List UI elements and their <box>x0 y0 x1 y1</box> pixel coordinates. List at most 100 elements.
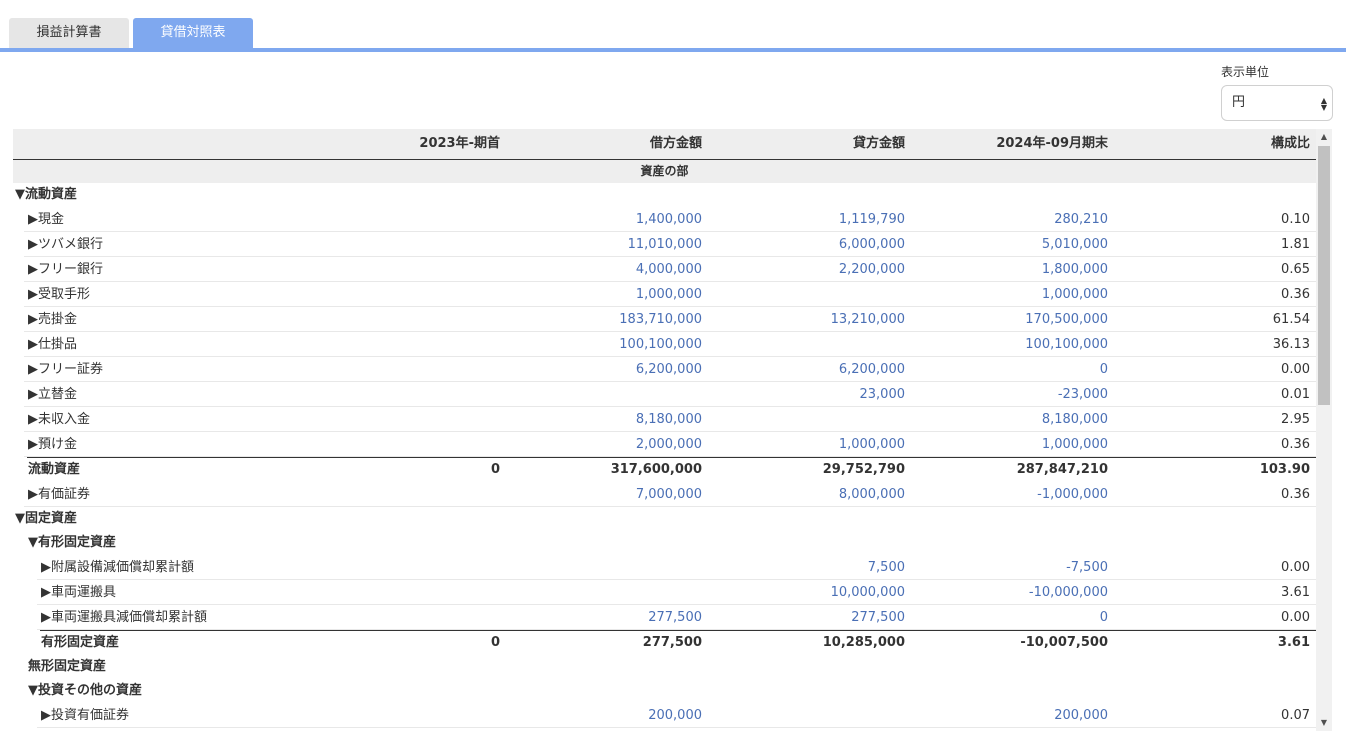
row-label: ▶受取手形 <box>28 287 90 302</box>
balance-sheet-table: 2023年-期首 借方金額 貸方金額 2024年-09月期末 構成比 資産の部 … <box>13 129 1332 731</box>
account-row[interactable]: ▶車両運搬具 10,000,000 -10,000,000 3.61 <box>13 580 1316 605</box>
cell-end[interactable]: 200,000 <box>908 703 1108 728</box>
cell-end[interactable]: 280,210 <box>908 207 1108 232</box>
group-row[interactable]: ▼流動資産 <box>13 183 1316 207</box>
cell-debit[interactable]: 1,400,000 <box>502 207 702 232</box>
group-row[interactable]: ▼有形固定資産 <box>13 531 1316 555</box>
row-label: ▶フリー証券 <box>28 362 103 377</box>
cell-debit[interactable]: 100,100,000 <box>502 332 702 357</box>
account-row[interactable]: ▶預け金 2,000,000 1,000,000 1,000,000 0.36 <box>13 432 1316 457</box>
cell-end[interactable]: 0 <box>908 605 1108 630</box>
tab-balance-sheet[interactable]: 貸借対照表 <box>133 18 253 48</box>
cell-credit[interactable]: 8,000,000 <box>705 482 905 507</box>
cell-end: 287,847,210 <box>1016 462 1108 477</box>
row-label: ▶投資有価証券 <box>41 708 129 723</box>
cell-debit[interactable] <box>502 382 702 407</box>
cell-credit: 10,285,000 <box>822 635 905 650</box>
cell-ratio: 0.00 <box>1281 560 1310 575</box>
row-label: 無形固定資産 <box>28 659 107 674</box>
account-row[interactable]: ▶フリー証券 6,200,000 6,200,000 0 0.00 <box>13 357 1316 382</box>
cell-ratio: 0.00 <box>1281 362 1310 377</box>
account-row[interactable]: ▶有価証券 7,000,000 8,000,000 -1,000,000 0.36 <box>13 482 1316 507</box>
row-label: ▶売掛金 <box>28 312 77 327</box>
cell-end[interactable]: 5,010,000 <box>908 232 1108 257</box>
scroll-up-icon[interactable]: ▲ <box>1316 129 1332 145</box>
cell-debit[interactable]: 7,000,000 <box>502 482 702 507</box>
account-row[interactable]: ▶ツバメ銀行 11,010,000 6,000,000 5,010,000 1.81 <box>13 232 1316 257</box>
cell-credit[interactable]: 10,000,000 <box>705 580 905 605</box>
cell-debit[interactable]: 2,000,000 <box>502 432 702 457</box>
account-row[interactable]: ▶車両運搬具減価償却累計額 277,500 277,500 0 0.00 <box>13 605 1316 630</box>
scroll-down-icon[interactable]: ▼ <box>1316 715 1332 731</box>
row-label: ▶車両運搬具 <box>41 585 116 600</box>
cell-end[interactable]: 100,100,000 <box>908 332 1108 357</box>
cell-debit[interactable]: 8,180,000 <box>502 407 702 432</box>
display-unit-select[interactable]: 円 ▲ ▼ <box>1221 85 1333 121</box>
cell-credit[interactable]: 6,000,000 <box>705 232 905 257</box>
account-row[interactable]: ▶フリー銀行 4,000,000 2,200,000 1,800,000 0.65 <box>13 257 1316 282</box>
cell-ratio: 0.10 <box>1281 212 1310 227</box>
group-row[interactable]: ▼固定資産 <box>13 507 1316 531</box>
tab-income-statement[interactable]: 損益計算書 <box>9 18 129 48</box>
cell-debit[interactable] <box>502 580 702 605</box>
cell-credit[interactable]: 1,119,790 <box>705 207 905 232</box>
cell-credit[interactable]: 277,500 <box>705 605 905 630</box>
cell-end[interactable]: 1,800,000 <box>908 257 1108 282</box>
row-label: ▶ツバメ銀行 <box>28 237 103 252</box>
group-row[interactable]: ▼投資その他の資産 <box>13 679 1316 703</box>
row-label: ▶フリー銀行 <box>28 262 103 277</box>
cell-debit[interactable]: 183,710,000 <box>502 307 702 332</box>
cell-ratio: 0.00 <box>1281 610 1310 625</box>
cell-debit[interactable]: 277,500 <box>502 605 702 630</box>
cell-ratio: 0.65 <box>1281 262 1310 277</box>
cell-end[interactable]: 170,500,000 <box>908 307 1108 332</box>
cell-debit[interactable]: 11,010,000 <box>502 232 702 257</box>
cell-credit[interactable] <box>705 703 905 728</box>
cell-debit[interactable]: 6,200,000 <box>502 357 702 382</box>
cell-prev: 0 <box>490 635 500 650</box>
account-row[interactable]: ▶仕掛品 100,100,000 100,100,000 36.13 <box>13 332 1316 357</box>
cell-debit[interactable]: 200,000 <box>502 703 702 728</box>
group-row: 無形固定資産 <box>13 655 1316 679</box>
account-row[interactable]: ▶受取手形 1,000,000 1,000,000 0.36 <box>13 282 1316 307</box>
cell-end: -10,007,500 <box>1020 635 1108 650</box>
account-row[interactable]: ▶現金 1,400,000 1,119,790 280,210 0.10 <box>13 207 1316 232</box>
account-row[interactable]: ▶立替金 23,000 -23,000 0.01 <box>13 382 1316 407</box>
cell-end[interactable]: 1,000,000 <box>908 282 1108 307</box>
cell-end[interactable]: -7,500 <box>908 555 1108 580</box>
cell-credit[interactable] <box>705 282 905 307</box>
cell-debit[interactable] <box>502 555 702 580</box>
display-unit-label: 表示単位 <box>1221 65 1270 79</box>
account-row[interactable]: ▶投資有価証券 200,000 200,000 0.07 <box>13 703 1316 728</box>
row-label: ▶附属設備減価償却累計額 <box>41 560 194 575</box>
cell-credit[interactable]: 23,000 <box>705 382 906 407</box>
cell-credit[interactable]: 7,500 <box>705 555 905 580</box>
cell-credit[interactable] <box>705 407 905 432</box>
col-header-credit: 貸方金額 <box>852 136 905 151</box>
scrollbar-thumb[interactable] <box>1318 146 1330 405</box>
cell-end[interactable]: 0 <box>908 357 1108 382</box>
cell-debit[interactable]: 1,000,000 <box>502 282 702 307</box>
cell-credit[interactable]: 13,210,000 <box>705 307 905 332</box>
cell-debit[interactable]: 4,000,000 <box>502 257 702 282</box>
cell-credit[interactable] <box>705 332 905 357</box>
row-label: ▼投資その他の資産 <box>28 683 142 698</box>
cell-end[interactable]: -10,000,000 <box>908 580 1108 605</box>
cell-credit[interactable]: 2,200,000 <box>705 257 905 282</box>
cell-credit[interactable]: 1,000,000 <box>705 432 905 457</box>
cell-end[interactable]: -1,000,000 <box>908 482 1108 507</box>
vertical-scrollbar[interactable]: ▲ ▼ <box>1316 129 1332 731</box>
cell-credit[interactable]: 6,200,000 <box>705 357 905 382</box>
cell-ratio: 1.81 <box>1281 237 1310 252</box>
row-label: ▶有価証券 <box>28 487 90 502</box>
cell-ratio: 36.13 <box>1272 337 1310 352</box>
row-label: ▶未収入金 <box>28 412 90 427</box>
account-row[interactable]: ▶未収入金 8,180,000 8,180,000 2.95 <box>13 407 1316 432</box>
cell-end[interactable]: -23,000 <box>908 382 1108 407</box>
cell-end[interactable]: 1,000,000 <box>908 432 1108 457</box>
cell-ratio: 103.90 <box>1259 462 1310 477</box>
cell-end[interactable]: 8,180,000 <box>908 407 1108 432</box>
account-row[interactable]: ▶売掛金 183,710,000 13,210,000 170,500,000 61.5… <box>13 307 1316 332</box>
account-row[interactable]: ▶附属設備減価償却累計額 7,500 -7,500 0.00 <box>13 555 1316 580</box>
cell-credit: 29,752,790 <box>822 462 905 477</box>
